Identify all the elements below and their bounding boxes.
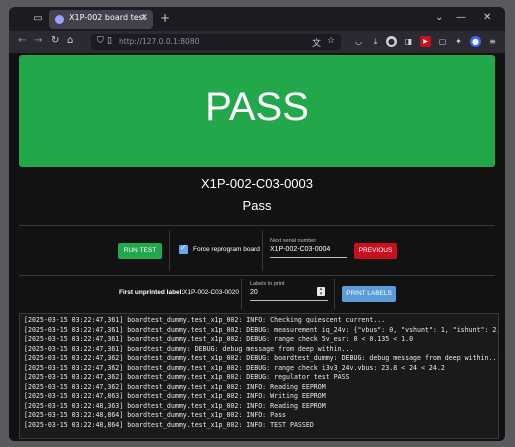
pocket-icon[interactable]: ◡ — [353, 36, 364, 47]
home-icon[interactable]: ⌂ — [67, 35, 73, 46]
bookmark-star-icon[interactable]: ☆ — [327, 36, 335, 46]
log-line: [2025-03-15 03:22:47,361] boardtest_dumm… — [24, 335, 414, 343]
serial-number: X1P-002-C03-0003 — [200, 176, 314, 191]
log-line: [2025-03-15 03:22:48,864] boardtest_dumm… — [24, 420, 314, 429]
forward-icon[interactable]: → — [34, 35, 42, 46]
divider — [19, 275, 495, 276]
first-unprinted-value: X1P-002-C03-0020 — [183, 289, 240, 296]
divider-vertical — [241, 279, 242, 309]
new-tab-button[interactable]: + — [160, 11, 170, 25]
page-content: PASS X1P-002-C03-0003 Pass RUN TEST ✓ Fo… — [9, 53, 505, 441]
next-serial-underline — [270, 257, 347, 258]
close-tab-icon[interactable]: ✕ — [140, 13, 148, 23]
divider-vertical — [334, 279, 335, 309]
browser-window: ▭ X1P-002 board test ✕ + ⌄ — ✕ ← → ↻ ⌂ ⛉… — [9, 7, 505, 441]
account-icon[interactable]: ● — [386, 36, 397, 47]
force-reprogram-label: Force reprogram board — [193, 246, 260, 253]
log-line: [2025-03-15 03:22:47,362] boardtest_dumm… — [24, 382, 326, 391]
log-line: [2025-03-15 03:22:47,361] boardtest_dumm… — [24, 344, 354, 353]
firefox-view-icon[interactable]: ▭ — [31, 12, 45, 26]
log-line: [2025-03-15 03:22:47,362] boardtest_dumm… — [24, 354, 499, 362]
page-info-icon[interactable]: ▯ — [107, 36, 112, 46]
reload-icon[interactable]: ↻ — [51, 35, 59, 46]
extensions-puzzle-icon[interactable]: ✦ — [453, 36, 464, 47]
divider-vertical — [169, 231, 170, 271]
test-status: Pass — [242, 198, 272, 213]
labels-stepper[interactable]: ▴ ▾ — [317, 287, 325, 296]
url-bar[interactable]: ⛉ ▯ http://127.0.0.1:8080 文 ☆ — [91, 34, 341, 50]
shield-icon[interactable]: ⛉ — [97, 36, 104, 46]
divider — [19, 225, 495, 226]
log-output[interactable]: [2025-03-15 03:22:47,361] boardtest_dumm… — [19, 313, 499, 439]
globe-icon — [55, 15, 64, 24]
menu-icon[interactable]: ≡ — [487, 36, 498, 47]
minimize-icon[interactable]: — — [456, 12, 466, 23]
next-serial-input[interactable]: X1P-002-C03-0004 — [270, 246, 330, 253]
labels-to-print-underline — [250, 300, 328, 301]
result-banner-text: PASS — [205, 85, 309, 129]
next-serial-label: Next serial number — [270, 238, 317, 244]
print-labels-button[interactable]: PRINT LABELS — [342, 286, 396, 302]
force-reprogram-checkbox[interactable]: ✓ — [179, 243, 188, 254]
labels-to-print-label: Labels to print — [250, 281, 285, 287]
log-line: [2025-03-15 03:22:47,361] boardtest_dumm… — [24, 316, 386, 324]
log-line: [2025-03-15 03:22:47,863] boardtest_dumm… — [24, 392, 326, 400]
log-line: [2025-03-15 03:22:47,362] boardtest_dumm… — [24, 373, 350, 381]
log-line: [2025-03-15 03:22:47,361] boardtest_dumm… — [24, 325, 499, 334]
log-line: [2025-03-15 03:22:48,864] boardtest_dumm… — [24, 411, 287, 419]
extension-icon[interactable]: ◨ — [403, 36, 414, 47]
divider-vertical — [262, 231, 263, 271]
url-text: http://127.0.0.1:8080 — [119, 37, 200, 46]
extension-red-icon[interactable]: ▶ — [420, 36, 431, 47]
labels-to-print-input[interactable]: 20 — [250, 289, 258, 296]
back-icon[interactable]: ← — [18, 35, 26, 46]
close-window-icon[interactable]: ✕ — [483, 12, 491, 23]
tab-bar: ▭ X1P-002 board test ✕ + ⌄ — ✕ — [9, 7, 505, 31]
checkmark-icon: ✓ — [180, 243, 187, 252]
log-line: [2025-03-15 03:22:48,363] boardtest_dumm… — [24, 401, 326, 410]
log-line: [2025-03-15 03:22:47,362] boardtest_dumm… — [24, 363, 445, 372]
profile-icon[interactable]: ● — [470, 36, 481, 47]
first-unprinted-label: First unprinted label: — [119, 289, 184, 296]
log-lines: [2025-03-15 03:22:47,361] boardtest_dumm… — [20, 314, 498, 430]
screenshot-icon[interactable]: ▢ — [437, 36, 448, 47]
tab-active[interactable]: X1P-002 board test ✕ — [49, 10, 153, 29]
downloads-icon[interactable]: ⤓ — [370, 36, 381, 47]
result-banner: PASS — [19, 55, 495, 167]
navigation-bar: ← → ↻ ⌂ ⛉ ▯ http://127.0.0.1:8080 文 ☆ ◡ … — [9, 31, 505, 53]
run-test-button[interactable]: RUN TEST — [118, 243, 162, 259]
translate-icon[interactable]: 文 — [312, 36, 321, 49]
previous-button[interactable]: PREVIOUS — [354, 243, 397, 259]
tab-title: X1P-002 board test — [69, 13, 146, 22]
list-tabs-icon[interactable]: ⌄ — [435, 12, 443, 23]
